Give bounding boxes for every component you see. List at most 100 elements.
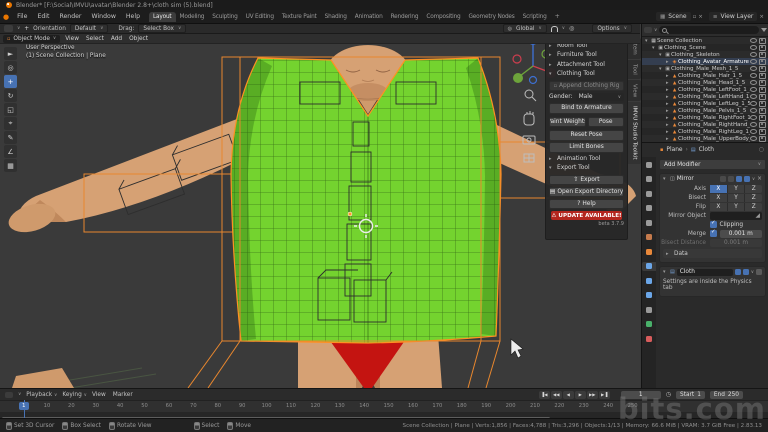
add-cube-tool[interactable]: ▦ (4, 159, 17, 172)
disable-in-renders-toggle[interactable] (759, 66, 766, 72)
view-layer-selector[interactable]: ≡ View Layer (709, 12, 757, 21)
timeline-menu-item[interactable]: Playback ∨ (26, 392, 57, 398)
cursor-tool[interactable]: ◎ (4, 61, 17, 74)
viewport-menu-item[interactable]: Select (86, 36, 104, 42)
hide-in-viewport-toggle[interactable] (750, 94, 757, 99)
jump-to-end-button[interactable]: ▶▐ (599, 391, 610, 399)
limit-bones-button[interactable]: Limit Bones (549, 142, 624, 153)
viewport-menu-item[interactable]: Object (129, 36, 148, 42)
hide-in-viewport-toggle[interactable] (750, 136, 757, 141)
display-render-toggle[interactable] (744, 176, 750, 182)
open-export-directory-button[interactable]: ▤Open Export Directory (549, 187, 624, 198)
hide-in-viewport-toggle[interactable] (750, 129, 757, 134)
timeline-menu-item[interactable]: Marker (113, 392, 133, 398)
mirror-modifier-header[interactable]: ▾ ◫ Mirror ∨ × (660, 174, 765, 184)
bisect-toggle[interactable]: Y (728, 194, 746, 202)
drag-dropdown[interactable]: Select Box ∨ (138, 24, 186, 33)
material[interactable] (642, 334, 656, 343)
disable-in-renders-toggle[interactable] (759, 129, 766, 135)
hide-in-viewport-toggle[interactable] (750, 108, 757, 113)
toolkit-section-header[interactable]: ▸Attachment Tool (549, 60, 624, 70)
data-subpanel-header[interactable]: ▸Data (663, 249, 762, 258)
outliner-row[interactable]: ▸ Clothing_Male_LeftHand_1_5 (642, 93, 768, 100)
current-frame-indicator[interactable]: 1 (19, 402, 29, 410)
hide-in-viewport-toggle[interactable] (750, 80, 757, 85)
disclosure-icon[interactable]: ▾ (663, 269, 668, 275)
outliner-row[interactable]: ▸ Clothing_Male_LeftFoot_1_5 (642, 86, 768, 93)
prev-keyframe-button[interactable]: ◀◀ (551, 391, 562, 399)
play-button[interactable]: ▶ (575, 391, 586, 399)
tool[interactable] (642, 160, 656, 169)
chevron-down-icon[interactable]: ∨ (751, 270, 754, 275)
help-button[interactable]: ?Help (549, 199, 624, 210)
disable-in-renders-toggle[interactable] (759, 38, 766, 44)
physics[interactable] (642, 291, 656, 300)
workspace-tab[interactable]: Layout (149, 12, 176, 22)
menu-item[interactable]: Help (121, 13, 145, 20)
display-realtime-toggle[interactable] (736, 176, 742, 182)
editor-type-icon[interactable] (5, 392, 13, 398)
disable-in-renders-toggle[interactable] (759, 108, 766, 114)
disable-in-renders-toggle[interactable] (759, 87, 766, 93)
eyedropper-icon[interactable]: ◢ (756, 213, 760, 219)
transform-tool[interactable]: ⌖ (4, 117, 17, 130)
outliner-row[interactable]: ▸ Clothing_Male_RightLeg_1_5 (642, 128, 768, 135)
add-modifier-dropdown[interactable]: Add Modifier ∨ (659, 159, 766, 170)
viewport-options-dropdown[interactable]: Options ∨ (592, 24, 632, 33)
jump-to-start-button[interactable]: ▐◀ (539, 391, 550, 399)
outliner-row[interactable]: ▸ Clothing_Male_RightFoot_1_5 (642, 114, 768, 121)
disable-in-renders-toggle[interactable] (759, 52, 766, 58)
constraints[interactable] (642, 305, 656, 314)
outliner-search-input[interactable] (659, 26, 759, 34)
hide-in-viewport-toggle[interactable] (750, 38, 757, 43)
snap-magnet-icon[interactable] (551, 26, 558, 32)
update-available-button[interactable]: ⚠UPDATE AVAILABLE! (551, 211, 622, 220)
menu-item[interactable]: Edit (32, 13, 54, 20)
outliner-row[interactable]: ▸ Clothing_Male_Pelvis_1_5 (642, 107, 768, 114)
reset-pose-button[interactable]: Reset Pose (549, 130, 624, 141)
workspace-tab[interactable]: Sculpting (208, 12, 241, 22)
hide-in-viewport-toggle[interactable] (750, 87, 757, 92)
select-box-tool[interactable]: ► (4, 47, 17, 60)
outliner-row[interactable]: ▾ Clothing_Skeleton (642, 51, 768, 58)
flip-toggle[interactable]: Y (728, 203, 746, 211)
flip-toggle[interactable]: X (710, 203, 728, 211)
scene-selector[interactable]: ▦ Scene (656, 12, 691, 21)
menu-item[interactable]: File (12, 13, 32, 20)
particles[interactable] (642, 276, 656, 285)
breadcrumb-modifier[interactable]: Cloth (699, 147, 714, 153)
chevron-down-icon[interactable]: ∨ (752, 177, 755, 182)
world[interactable] (642, 233, 656, 242)
gender-dropdown[interactable]: Male∨ (576, 93, 624, 101)
render[interactable] (642, 175, 656, 184)
workspace-tab[interactable]: Shading (321, 12, 351, 22)
hide-in-viewport-toggle[interactable] (750, 73, 757, 78)
gizmo-y-axis[interactable] (513, 73, 523, 83)
toolkit-section-export[interactable]: ▾Export Tool (549, 164, 624, 174)
new-scene-icon[interactable]: ▫ (693, 14, 697, 20)
flip-toggle[interactable]: Z (745, 203, 762, 211)
disable-in-renders-toggle[interactable] (759, 73, 766, 79)
disclosure-icon[interactable]: ▾ (663, 176, 668, 182)
bisect-toggle[interactable]: X (710, 194, 728, 202)
3d-viewport[interactable] (0, 24, 640, 388)
viewport-menu-item[interactable]: View (65, 36, 79, 42)
proportional-editing-icon[interactable]: ◎ (569, 25, 574, 32)
workspace-tab[interactable]: Rendering (387, 12, 423, 22)
modifiers[interactable] (642, 262, 656, 271)
clipping-checkbox[interactable] (710, 221, 717, 228)
menu-item[interactable]: Window (86, 13, 120, 20)
output[interactable] (642, 189, 656, 198)
outliner-row[interactable]: ▸ Clothing_Male_Hair_1_5 (642, 72, 768, 79)
axis-toggle[interactable]: Y (728, 185, 746, 193)
play-reverse-button[interactable]: ◀ (563, 391, 574, 399)
export-button[interactable]: ⇧Export (549, 175, 624, 186)
sidebar-tab[interactable]: View (628, 80, 641, 101)
axis-toggle[interactable]: Z (745, 185, 762, 193)
hide-in-viewport-toggle[interactable] (750, 122, 757, 127)
pin-icon[interactable]: ○ (759, 147, 764, 153)
hide-in-viewport-toggle[interactable] (750, 101, 757, 106)
disable-in-renders-toggle[interactable] (759, 115, 766, 121)
disable-in-renders-toggle[interactable] (759, 80, 766, 86)
hide-in-viewport-toggle[interactable] (750, 45, 757, 50)
